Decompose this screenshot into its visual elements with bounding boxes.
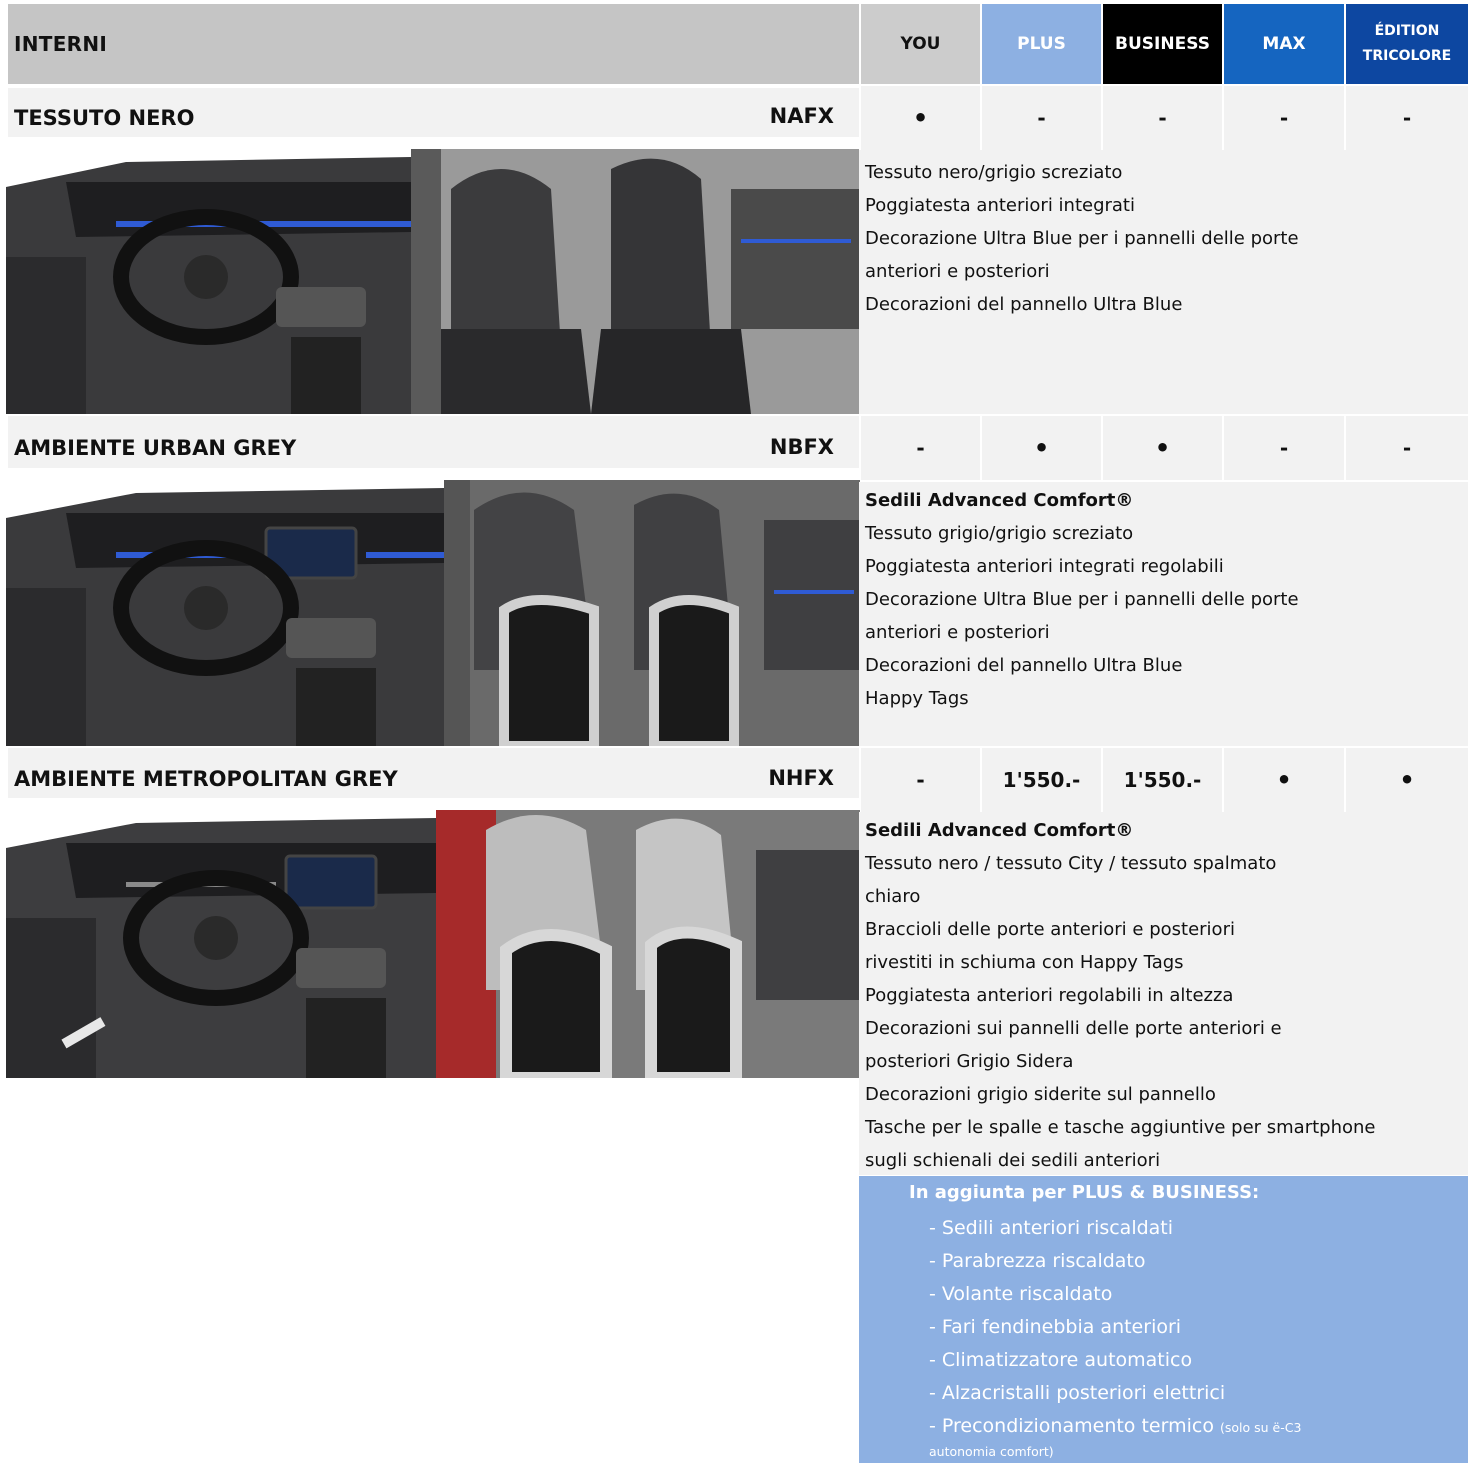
dashboard-photo: [6, 798, 436, 1078]
dashboard-photo: [6, 468, 444, 746]
description-box: Sedili Advanced Comfort® Tessuto nero / …: [859, 812, 1468, 1175]
extra-feature-item: - Alzacristalli posteriori elettrici: [929, 1382, 1226, 1404]
extra-features-title: In aggiunta per PLUS & BUSINESS:: [909, 1182, 1260, 1203]
description-line: Tessuto nero / tessuto City / tessuto sp…: [865, 853, 1277, 874]
section-name: TESSUTO NERO: [14, 106, 195, 130]
description-line: Decorazione Ultra Blue per i pannelli de…: [865, 228, 1299, 249]
description-line: Tessuto nero/grigio screziato: [865, 162, 1123, 183]
description-line: rivestiti in schiuma con Happy Tags: [865, 952, 1184, 973]
column-header-max: MAX: [1224, 4, 1344, 84]
option-cell: -: [982, 86, 1101, 150]
column-header-label-line2: TRICOLORE: [1362, 48, 1452, 64]
description-line: Tessuto grigio/grigio screziato: [865, 523, 1134, 544]
section-code: NAFX: [769, 104, 834, 128]
description-line: Decorazione Ultra Blue per i pannelli de…: [865, 589, 1299, 610]
extra-features-box: In aggiunta per PLUS & BUSINESS: - Sedil…: [859, 1176, 1468, 1463]
column-header-label: BUSINESS: [1115, 34, 1210, 54]
column-header-label: MAX: [1262, 34, 1306, 54]
extra-feature-item: - Parabrezza riscaldato: [929, 1250, 1146, 1272]
description-line: Decorazioni sui pannelli delle porte ant…: [865, 1018, 1282, 1039]
description-title: Sedili Advanced Comfort®: [865, 820, 1134, 841]
extra-feature-item: - Volante riscaldato: [929, 1283, 1113, 1305]
column-header-label-line1: ÉDITION: [1374, 23, 1440, 39]
option-cell: •: [1103, 416, 1222, 480]
dashboard-photo: [6, 137, 411, 414]
extra-feature-item: - Sedili anteriori riscaldati: [929, 1217, 1174, 1239]
option-cell: -: [1346, 416, 1468, 480]
column-header-label: PLUS: [1017, 34, 1066, 54]
description-line: sugli schienali dei sedili anteriori: [865, 1150, 1161, 1171]
description-title: Sedili Advanced Comfort®: [865, 490, 1134, 511]
extra-feature-item: - Fari fendinebbia anteriori: [929, 1316, 1182, 1338]
option-cell: •: [1224, 748, 1344, 812]
extra-feature-item: - Climatizzatore automatico: [929, 1349, 1193, 1371]
description-box: Sedili Advanced Comfort® Tessuto grigio/…: [859, 482, 1468, 746]
option-cell: -: [1103, 86, 1222, 150]
option-cell: -: [1346, 86, 1468, 150]
description-line: Decorazioni del pannello Ultra Blue: [865, 294, 1183, 315]
section-code: NBFX: [769, 435, 834, 459]
description-line: Poggiatesta anteriori regolabili in alte…: [865, 985, 1234, 1006]
extra-feature-note: autonomia comfort): [929, 1444, 1054, 1459]
description-line: Poggiatesta anteriori integrati: [865, 195, 1135, 216]
column-header-edition-tricolore: ÉDITION TRICOLORE: [1346, 4, 1468, 84]
option-cell: 1'550.-: [982, 748, 1101, 812]
section-name: AMBIENTE METROPOLITAN GREY: [14, 767, 398, 791]
option-cell: •: [1346, 748, 1468, 812]
option-cell: -: [861, 748, 980, 812]
option-cell: 1'550.-: [1103, 748, 1222, 812]
description-line: anteriori e posteriori: [865, 622, 1050, 643]
description-line: chiaro: [865, 886, 921, 907]
column-header-label: YOU: [900, 34, 941, 54]
seats-photo: [436, 810, 860, 1078]
description-box: Tessuto nero/grigio screziato Poggiatest…: [859, 150, 1468, 414]
header-bar: [8, 4, 859, 84]
description-line: Decorazioni del pannello Ultra Blue: [865, 655, 1183, 676]
section-code: NHFX: [768, 766, 834, 790]
description-line: Decorazioni grigio siderite sul pannello: [865, 1084, 1216, 1105]
extra-feature-item: - Precondizionamento termico: [929, 1415, 1214, 1437]
extra-feature-note: (solo su ë-C3: [1220, 1420, 1302, 1435]
description-line: Tasche per le spalle e tasche aggiuntive…: [865, 1117, 1376, 1138]
extra-feature-item-with-note: - Precondizionamento termico (solo su ë-…: [929, 1410, 1301, 1444]
column-header-plus: PLUS: [982, 4, 1101, 84]
option-cell: -: [861, 416, 980, 480]
description-line: posteriori Grigio Sidera: [865, 1051, 1074, 1072]
description-line: anteriori e posteriori: [865, 261, 1050, 282]
section-name: AMBIENTE URBAN GREY: [14, 436, 297, 460]
seats-photo: [444, 480, 860, 746]
seats-photo: [411, 149, 859, 414]
option-cell: -: [1224, 416, 1344, 480]
option-cell: •: [861, 86, 980, 150]
column-header-you: YOU: [861, 4, 980, 84]
option-cell: -: [1224, 86, 1344, 150]
description-line: Happy Tags: [865, 688, 969, 709]
description-line: Poggiatesta anteriori integrati regolabi…: [865, 556, 1224, 577]
column-header-business: BUSINESS: [1103, 4, 1222, 84]
option-cell: •: [982, 416, 1101, 480]
description-line: Braccioli delle porte anteriori e poster…: [865, 919, 1235, 940]
page-title: INTERNI: [14, 32, 108, 56]
